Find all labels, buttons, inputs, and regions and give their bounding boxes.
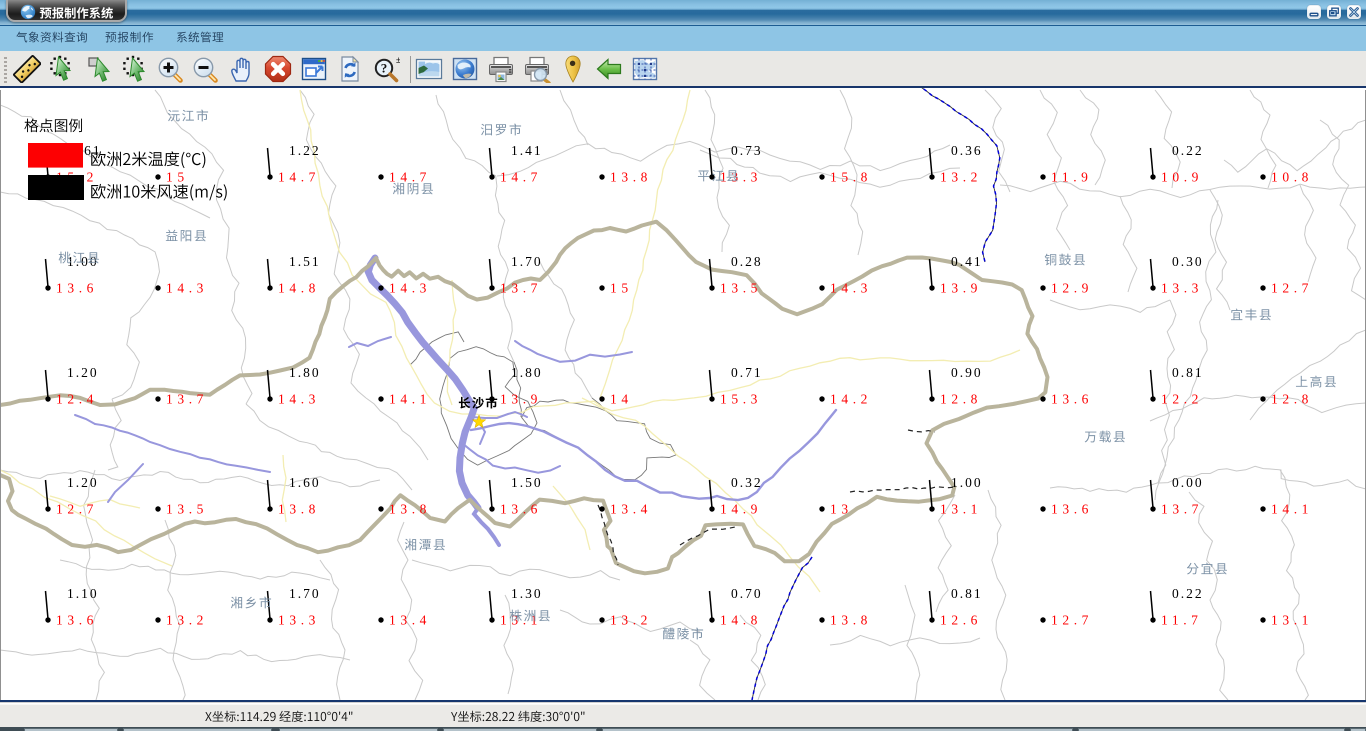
svg-text:0.81: 0.81 [951,586,983,601]
svg-text:14.7: 14.7 [389,170,431,185]
svg-text:0.70: 0.70 [731,586,763,601]
svg-text:12.8: 12.8 [940,392,982,407]
svg-text:14.2: 14.2 [830,392,872,407]
svg-text:0.71: 0.71 [731,365,763,380]
svg-text:0.81: 0.81 [1172,365,1204,380]
svg-text:?: ? [381,61,388,76]
svg-text:13.7: 13.7 [500,281,542,296]
svg-text:1.51: 1.51 [289,254,321,269]
svg-text:14.3: 14.3 [389,281,431,296]
svg-text:0.00: 0.00 [1172,475,1204,490]
svg-text:12.7: 12.7 [1051,613,1093,628]
svg-text:1.10: 1.10 [67,586,99,601]
svg-text:14.3: 14.3 [278,392,320,407]
svg-text:1.60: 1.60 [289,475,321,490]
svg-text:12.7: 12.7 [56,502,98,517]
svg-text:13.6: 13.6 [56,281,98,296]
svg-text:1.50: 1.50 [511,475,543,490]
svg-text:13.7: 13.7 [1161,502,1203,517]
svg-text:1.00: 1.00 [951,475,983,490]
svg-text:0.32: 0.32 [731,475,763,490]
svg-text:0.30: 0.30 [1172,254,1204,269]
svg-text:10.9: 10.9 [1161,170,1203,185]
svg-text:14.3: 14.3 [830,281,872,296]
svg-text:12.2: 12.2 [1161,392,1203,407]
svg-text:1.22: 1.22 [289,143,321,158]
svg-text:15.3: 15.3 [720,392,762,407]
svg-text:1.30: 1.30 [511,586,543,601]
svg-text:13.3: 13.3 [720,170,762,185]
svg-text:0.41: 0.41 [951,254,983,269]
svg-text:13.9: 13.9 [940,281,982,296]
svg-text:11.9: 11.9 [1051,170,1093,185]
svg-text:±: ± [396,55,400,65]
svg-text:13.3: 13.3 [278,613,320,628]
svg-text:13.6: 13.6 [500,502,542,517]
svg-text:13.5: 13.5 [166,502,208,517]
svg-text:13.3: 13.3 [1161,281,1203,296]
svg-text:1.00: 1.00 [67,254,99,269]
svg-text:13.6: 13.6 [1051,502,1093,517]
svg-text:12.8: 12.8 [1271,392,1313,407]
svg-text:0.22: 0.22 [1172,143,1204,158]
svg-text:13: 13 [830,502,853,517]
svg-text:14.1: 14.1 [1271,502,1313,517]
svg-text:14.9: 14.9 [720,502,762,517]
svg-text:14: 14 [610,392,633,407]
svg-text:15.8: 15.8 [830,170,872,185]
svg-text:14.7: 14.7 [500,170,542,185]
svg-text:1.20: 1.20 [67,475,99,490]
svg-text:1.70: 1.70 [289,586,321,601]
svg-text:13.1: 13.1 [940,502,982,517]
svg-text:1.20: 1.20 [67,365,99,380]
svg-text:0.22: 0.22 [1172,586,1204,601]
svg-text:14.3: 14.3 [166,281,208,296]
svg-text:12.7: 12.7 [1271,281,1313,296]
svg-text:1.70: 1.70 [511,254,543,269]
svg-text:1.80: 1.80 [289,365,321,380]
svg-text:13.6: 13.6 [1051,392,1093,407]
svg-text:11.7: 11.7 [1161,613,1203,628]
svg-text:13.5: 13.5 [720,281,762,296]
svg-text:13.4: 13.4 [610,502,652,517]
svg-text:13.9: 13.9 [500,392,542,407]
svg-text:13.4: 13.4 [389,613,431,628]
svg-text:14.8: 14.8 [278,281,320,296]
svg-text:12.6: 12.6 [940,613,982,628]
svg-text:14.8: 14.8 [720,613,762,628]
svg-text:0.28: 0.28 [731,254,763,269]
svg-text:13.2: 13.2 [610,613,652,628]
svg-text:0.73: 0.73 [731,143,763,158]
svg-text:14.7: 14.7 [278,170,320,185]
svg-text:13.8: 13.8 [830,613,872,628]
svg-text:12.9: 12.9 [1051,281,1093,296]
svg-text:13.2: 13.2 [166,613,208,628]
svg-text:0.36: 0.36 [951,143,983,158]
svg-text:13.7: 13.7 [166,392,208,407]
svg-text:1.41: 1.41 [511,143,543,158]
svg-text:1.80: 1.80 [511,365,543,380]
svg-text:13.2: 13.2 [940,170,982,185]
svg-text:15: 15 [166,170,189,185]
svg-text:13.8: 13.8 [610,170,652,185]
svg-text:13.6: 13.6 [56,613,98,628]
svg-text:0.90: 0.90 [951,365,983,380]
svg-text:13.8: 13.8 [278,502,320,517]
svg-text:14.1: 14.1 [389,392,431,407]
svg-text:15: 15 [610,281,633,296]
svg-text:12.4: 12.4 [56,392,98,407]
svg-text:10.8: 10.8 [1271,170,1313,185]
svg-text:13.1: 13.1 [1271,613,1313,628]
svg-text:13.8: 13.8 [389,502,431,517]
